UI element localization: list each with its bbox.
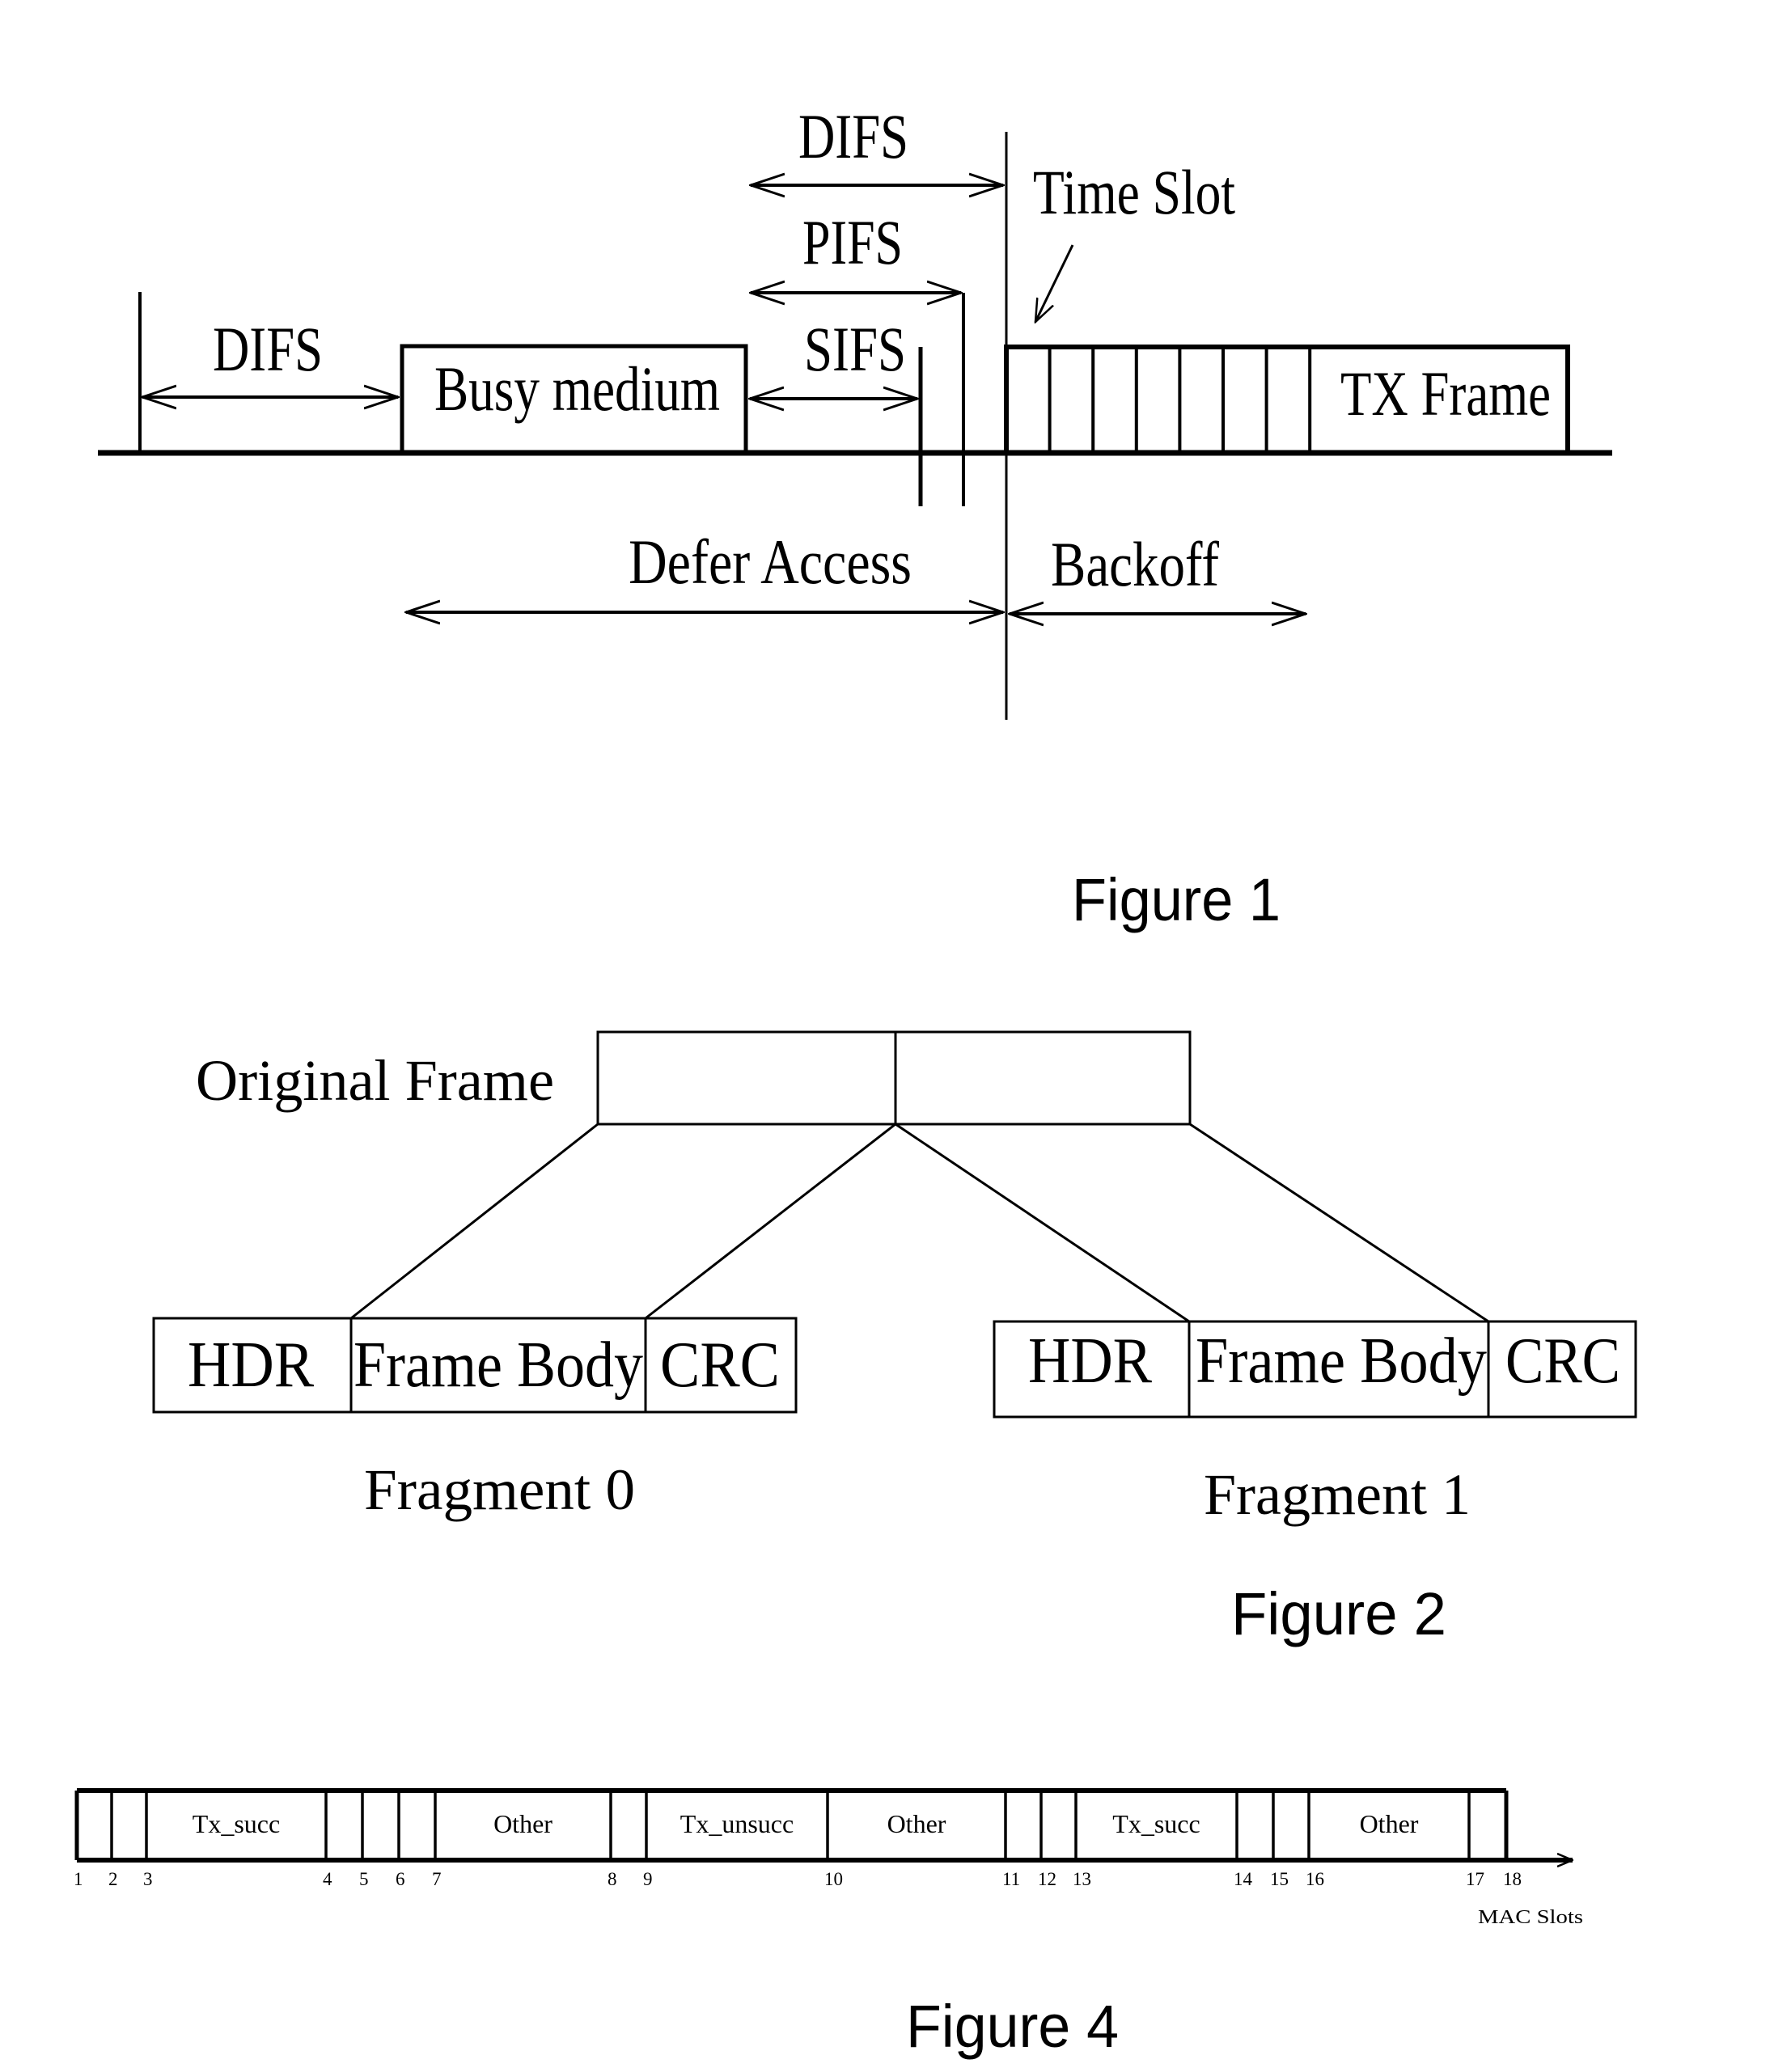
fig4-slot-number: 3: [143, 1869, 153, 1889]
fig4-slot-number: 2: [108, 1869, 118, 1889]
fig2-fragment-1: HDR Frame Body CRC Fragment 1: [993, 1320, 1637, 1527]
fig2-caption: Figure 2: [1231, 1580, 1446, 1647]
fig2-connector: [350, 1123, 599, 1320]
patent-figures-sheet: Busy medium DIFS SIFS PIFS DIFS Time Slo…: [74, 101, 1637, 2060]
fig2-frag0-caption: Fragment 0: [364, 1457, 635, 1522]
figure-1: Busy medium DIFS SIFS PIFS DIFS Time Slo…: [98, 101, 1612, 933]
fig4-slot-number: 15: [1270, 1869, 1289, 1889]
figure-4: Tx_succ Other Tx_unsucc Other Tx_succ Other 1…: [74, 1788, 1583, 2060]
fig4-slot-number: 8: [608, 1869, 617, 1889]
fig4-slot-number: 14: [1234, 1869, 1253, 1889]
fig1-time-slot-label: Time Slot: [1033, 157, 1235, 227]
fig4-slot-number: 18: [1503, 1869, 1522, 1889]
fig2-frag1-crc-label: CRC: [1505, 1326, 1620, 1397]
fig4-slot-number: 17: [1466, 1869, 1484, 1889]
fig2-frag1-body-label: Frame Body: [1196, 1326, 1487, 1397]
fig1-sifs-label: SIFS: [804, 314, 906, 384]
fig1-backoff-label: Backoff: [1051, 529, 1219, 599]
fig2-original-frame-left-half: [596, 1030, 897, 1126]
fig2-original-frame-right-half: [894, 1030, 1192, 1126]
fig1-tx-frame-label: TX Frame: [1340, 358, 1551, 429]
fig1-caption: Figure 1: [1072, 866, 1281, 933]
fig4-slot-number: 12: [1038, 1869, 1056, 1889]
fig4-slot-number: 1: [74, 1869, 83, 1889]
fig4-segment-label: Tx_succ: [193, 1809, 280, 1838]
fig2-connector: [895, 1123, 1190, 1323]
fig4-slot-number: 9: [643, 1869, 653, 1889]
fig1-backoff-slots: [1048, 347, 1312, 453]
fig4-segment-label: Tx_unsucc: [680, 1809, 794, 1838]
fig4-slot-numbers: 1 2 3 4 5 6 7 8 9 10 11 12 13 14 15 16 17 18: [74, 1869, 1522, 1889]
fig2-frag0-crc-label: CRC: [660, 1330, 780, 1401]
fig1-pifs-label: PIFS: [802, 207, 903, 277]
fig4-caption: Figure 4: [906, 1993, 1119, 2060]
fig4-axis-label: MAC Slots: [1478, 1907, 1583, 1928]
fig1-difs-left-label: DIFS: [213, 314, 323, 384]
fig4-slot-number: 16: [1306, 1869, 1324, 1889]
fig2-connector: [1189, 1123, 1489, 1323]
fig4-segment-label: Other: [493, 1809, 553, 1838]
fig2-connector: [645, 1123, 896, 1320]
fig4-slot-number: 4: [323, 1869, 332, 1889]
fig4-segment-label: Other: [887, 1809, 946, 1838]
fig2-fragment-0: HDR Frame Body CRC Fragment 0: [152, 1317, 798, 1522]
fig1-busy-medium-label: Busy medium: [434, 353, 720, 424]
fig2-frag1-hdr-label: HDR: [1028, 1326, 1153, 1397]
fig4-slot-number: 7: [432, 1869, 442, 1889]
fig4-slot-number: 11: [1002, 1869, 1020, 1889]
fig4-slot-number: 5: [359, 1869, 369, 1889]
fig1-time-slot-pointer-arrow: [1035, 244, 1074, 322]
fig1-defer-access-label: Defer Access: [629, 526, 912, 597]
fig2-frag0-body-label: Frame Body: [354, 1330, 643, 1401]
fig1-difs-top-label: DIFS: [798, 101, 908, 171]
fig2-frag1-caption: Fragment 1: [1204, 1462, 1471, 1527]
fig2-frag0-hdr-label: HDR: [188, 1330, 315, 1401]
fig4-slot-number: 6: [396, 1869, 405, 1889]
fig4-segment-label: Tx_succ: [1112, 1809, 1200, 1838]
fig4-slot-number: 13: [1073, 1869, 1091, 1889]
fig4-slot-number: 10: [824, 1869, 843, 1889]
fig2-original-frame-label: Original Frame: [196, 1048, 554, 1113]
fig4-slot-timeline: Tx_succ Other Tx_unsucc Other Tx_succ Other: [74, 1788, 1509, 1860]
figure-2: Original Frame HDR Frame Body CRC Fragme…: [152, 1030, 1637, 1647]
fig4-segment-label: Other: [1360, 1809, 1419, 1838]
